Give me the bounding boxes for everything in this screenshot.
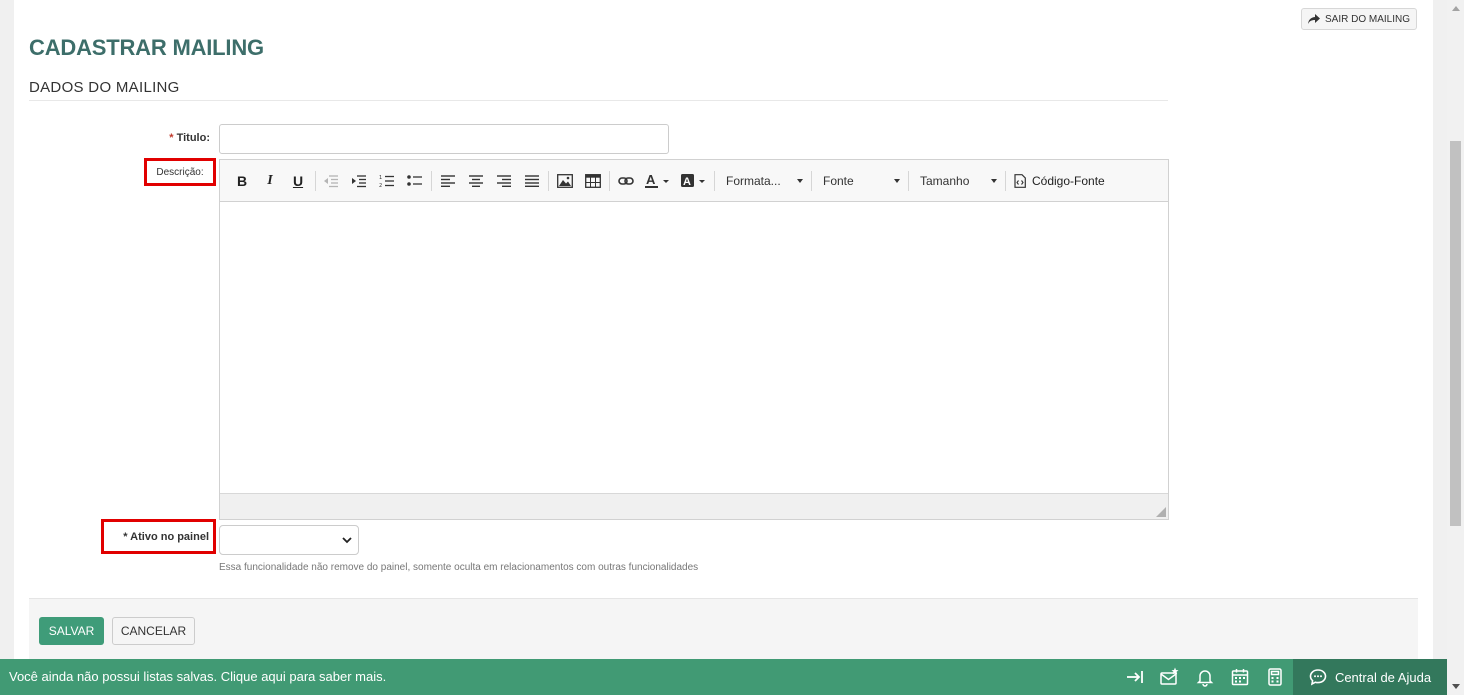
active-in-panel-help-text: Essa funcionalidade não remove do painel… xyxy=(219,562,699,573)
mail-star-icon[interactable] xyxy=(1159,667,1179,687)
calendar-icon[interactable] xyxy=(1230,667,1250,687)
active-in-panel-label: * Ativo no painel xyxy=(101,519,216,554)
bottom-notification-bar: Você ainda não possui listas salvas. Cli… xyxy=(0,659,1447,695)
svg-text:A: A xyxy=(683,176,691,188)
numbered-list-icon: 12 xyxy=(379,175,394,188)
editor-content-area[interactable] xyxy=(220,202,1168,493)
bell-icon[interactable] xyxy=(1195,667,1215,687)
align-justify-icon xyxy=(525,175,539,187)
save-button[interactable]: SALVAR xyxy=(39,617,104,645)
image-icon xyxy=(557,174,573,188)
font-dropdown-label: Fonte xyxy=(823,174,854,188)
underline-button[interactable]: U xyxy=(290,172,306,190)
outdent-icon xyxy=(324,175,338,188)
calculator-icon[interactable] xyxy=(1265,667,1285,687)
scroll-down-arrow-icon[interactable] xyxy=(1447,678,1464,695)
active-in-panel-label-text: * Ativo no painel xyxy=(123,530,209,543)
format-dropdown-label: Formata... xyxy=(726,174,781,188)
saved-lists-message[interactable]: Você ainda não possui listas salvas. Cli… xyxy=(9,669,386,684)
italic-button[interactable]: I xyxy=(262,172,278,190)
chevron-down-icon xyxy=(894,179,900,183)
description-label: Descrição: xyxy=(144,158,216,186)
align-left-icon xyxy=(441,175,455,187)
toolbar-separator xyxy=(811,171,812,191)
outdent-button[interactable] xyxy=(321,172,341,190)
toolbar-separator xyxy=(315,171,316,191)
page-scrollbar[interactable] xyxy=(1447,0,1464,695)
svg-text:1: 1 xyxy=(379,175,382,181)
background-color-button[interactable]: A xyxy=(680,172,708,190)
source-code-icon xyxy=(1014,174,1026,188)
toolbar-separator xyxy=(548,171,549,191)
title-label: * Titulo: xyxy=(114,132,210,144)
indent-button[interactable] xyxy=(349,172,369,190)
rich-text-editor: B I U 12 A A Formata... Fonte Tamanho Có… xyxy=(219,159,1169,520)
toolbar-separator xyxy=(431,171,432,191)
chevron-down-icon xyxy=(797,179,803,183)
align-left-button[interactable] xyxy=(438,172,458,190)
title-input[interactable] xyxy=(219,124,669,154)
svg-text:2: 2 xyxy=(379,183,382,188)
help-center-label: Central de Ajuda xyxy=(1334,669,1432,685)
form-actions: SALVAR CANCELAR xyxy=(29,598,1418,659)
text-color-icon: A xyxy=(645,173,669,188)
title-label-text: Titulo: xyxy=(176,132,210,144)
editor-status-bar xyxy=(220,493,1168,519)
insert-table-button[interactable] xyxy=(583,172,603,190)
numbered-list-button[interactable]: 12 xyxy=(377,172,397,190)
format-dropdown[interactable]: Formata... xyxy=(726,172,806,190)
size-dropdown[interactable]: Tamanho xyxy=(920,172,1000,190)
resize-handle-icon[interactable] xyxy=(1156,507,1166,517)
cancel-button[interactable]: CANCELAR xyxy=(112,617,195,645)
bullet-list-button[interactable] xyxy=(405,172,425,190)
justify-button[interactable] xyxy=(522,172,542,190)
chevron-down-icon xyxy=(991,179,997,183)
indent-icon xyxy=(352,175,366,188)
exit-mailing-label: SAIR DO MAILING xyxy=(1324,13,1410,25)
bold-button[interactable]: B xyxy=(234,172,250,190)
main-content: SAIR DO MAILING CADASTRAR MAILING DADOS … xyxy=(14,0,1433,659)
help-center-button[interactable]: Central de Ajuda xyxy=(1293,659,1447,695)
insert-image-button[interactable] xyxy=(555,172,575,190)
toolbar-separator xyxy=(609,171,610,191)
toolbar-separator xyxy=(714,171,715,191)
link-button[interactable] xyxy=(616,172,636,190)
source-code-label: Código-Fonte xyxy=(1032,174,1105,188)
scrollbar-thumb[interactable] xyxy=(1450,141,1461,526)
section-divider xyxy=(29,100,1168,101)
bullet-list-icon xyxy=(407,175,422,186)
text-color-button[interactable]: A xyxy=(644,172,672,190)
chat-bubble-icon xyxy=(1309,669,1327,686)
align-right-icon xyxy=(497,175,511,187)
align-right-button[interactable] xyxy=(494,172,514,190)
align-center-button[interactable] xyxy=(466,172,486,190)
exit-mailing-button[interactable]: SAIR DO MAILING xyxy=(1301,8,1417,30)
page: SAIR DO MAILING CADASTRAR MAILING DADOS … xyxy=(0,0,1464,695)
background-color-icon: A xyxy=(681,174,705,188)
share-arrow-icon xyxy=(1307,14,1320,24)
toolbar-separator xyxy=(1005,171,1006,191)
active-in-panel-select[interactable] xyxy=(219,525,359,555)
collapse-arrow-icon[interactable] xyxy=(1125,667,1145,687)
scroll-up-arrow-icon[interactable] xyxy=(1447,0,1464,17)
font-dropdown[interactable]: Fonte xyxy=(823,172,903,190)
source-code-button[interactable]: Código-Fonte xyxy=(1014,172,1114,190)
table-icon xyxy=(585,174,601,188)
svg-text:A: A xyxy=(646,173,656,187)
description-label-text: Descrição: xyxy=(156,166,204,178)
align-center-icon xyxy=(469,175,483,187)
page-title: CADASTRAR MAILING xyxy=(29,35,264,60)
link-icon xyxy=(618,177,634,185)
section-title: DADOS DO MAILING xyxy=(29,79,180,96)
chevron-down-icon xyxy=(342,537,352,544)
editor-toolbar: B I U 12 A A Formata... Fonte Tamanho Có… xyxy=(220,160,1168,202)
toolbar-separator xyxy=(908,171,909,191)
required-marker: * xyxy=(169,132,174,144)
size-dropdown-label: Tamanho xyxy=(920,174,970,188)
